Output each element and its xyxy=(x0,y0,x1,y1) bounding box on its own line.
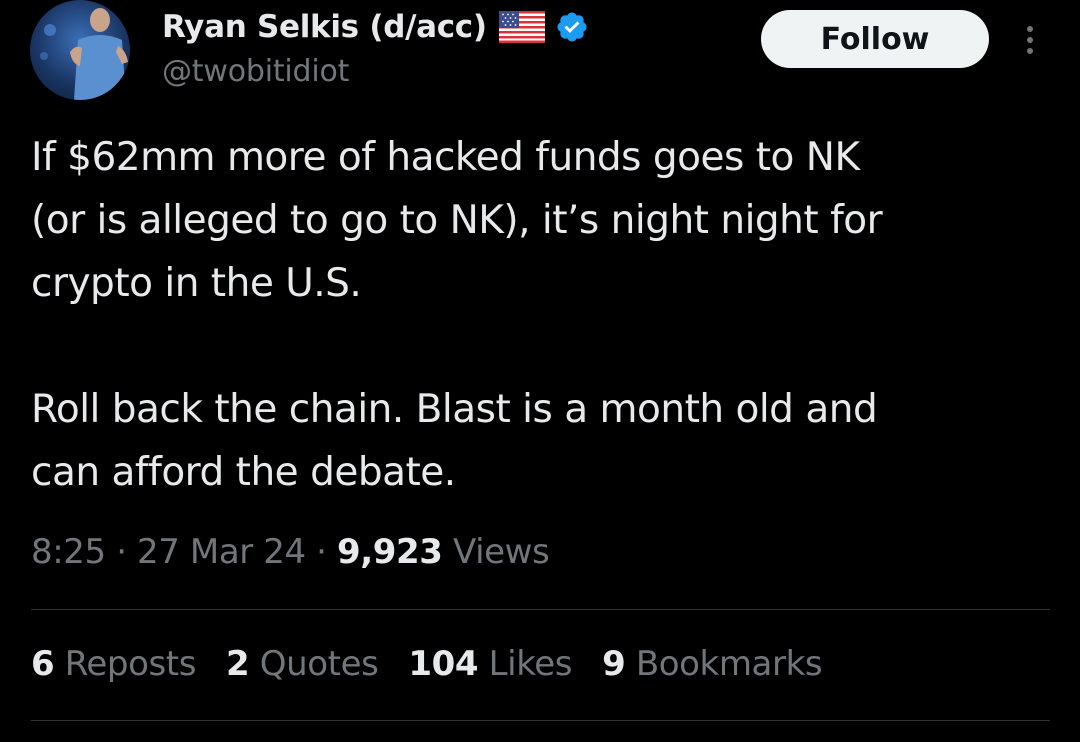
name-row: Ryan Selkis (d/acc) xyxy=(162,4,589,50)
meta-separator: · xyxy=(316,532,327,572)
follow-button[interactable]: Follow xyxy=(761,10,989,68)
avatar[interactable] xyxy=(30,0,130,100)
us-flag-icon xyxy=(498,11,545,43)
engagement-stats: 6 Reposts 2 Quotes 104 Likes 9 Bookmarks xyxy=(31,644,852,684)
divider xyxy=(31,720,1050,721)
tweet: Ryan Selkis (d/acc) @twobitidiot Follow … xyxy=(0,0,1080,742)
tweet-meta: 8:25 · 27 Mar 24 · 9,923 Views xyxy=(31,532,550,572)
stat-reposts[interactable]: 6 Reposts xyxy=(31,644,196,684)
stat-quotes[interactable]: 2 Quotes xyxy=(226,644,379,684)
stat-bookmarks[interactable]: 9 Bookmarks xyxy=(602,644,822,684)
stat-likes[interactable]: 104 Likes xyxy=(408,644,572,684)
handle[interactable]: @twobitidiot xyxy=(162,54,589,89)
verified-badge-icon[interactable] xyxy=(555,10,589,44)
divider xyxy=(31,609,1050,610)
meta-separator: · xyxy=(116,532,127,572)
views-count[interactable]: 9,923 xyxy=(337,532,443,572)
author-block: Ryan Selkis (d/acc) @twobitidiot xyxy=(162,4,589,89)
tweet-text: If $62mm more of hacked funds goes to NK… xyxy=(31,135,883,495)
tweet-time[interactable]: 8:25 xyxy=(31,532,106,572)
views-label: Views xyxy=(452,532,550,572)
display-name[interactable]: Ryan Selkis (d/acc) xyxy=(162,9,487,45)
tweet-date[interactable]: 27 Mar 24 xyxy=(137,532,306,572)
more-vertical-icon[interactable] xyxy=(1018,22,1042,58)
